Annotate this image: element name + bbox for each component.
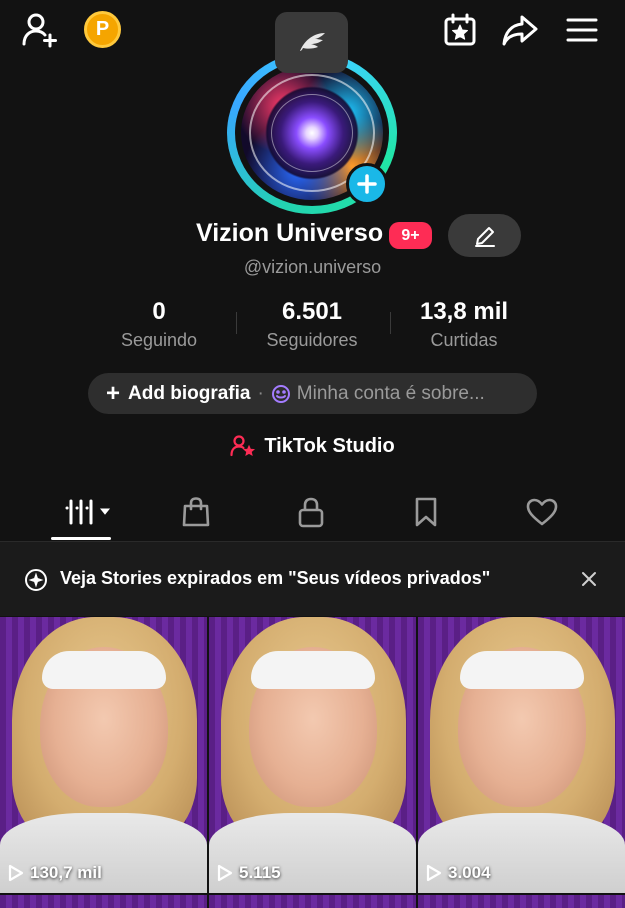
profile-screen: P Vizion Universo 9+ @vizion.universo 0 … <box>0 0 625 908</box>
tab-liked[interactable] <box>512 490 572 534</box>
stat-label: Curtidas <box>430 330 498 350</box>
play-icon <box>217 864 233 882</box>
add-friend-icon[interactable] <box>20 10 60 50</box>
stat-value: 6.501 <box>281 298 343 325</box>
view-count-label: 130,7 mil <box>30 863 102 882</box>
view-count-label: 5.115 <box>239 863 281 882</box>
tab-selected-indicator <box>51 537 111 540</box>
share-icon[interactable] <box>500 10 540 50</box>
close-icon[interactable] <box>576 566 602 592</box>
username: @vizion.universo <box>243 257 382 277</box>
stat-value: 13,8 mil <box>419 298 509 325</box>
banner-text: Veja Stories expirados em "Seus vídeos p… <box>60 568 491 588</box>
pencil-icon <box>474 226 495 247</box>
view-count: 5.115 <box>217 863 281 883</box>
story-sparkle-icon <box>24 568 48 597</box>
view-count-label: 3.004 <box>448 863 491 882</box>
heart-icon <box>526 498 558 526</box>
video-grid: 130,7 mil 5.115 3.004 <box>0 617 625 908</box>
tab-videos[interactable] <box>58 490 118 534</box>
display-name: Vizion Universo <box>196 219 384 247</box>
edit-profile-button[interactable] <box>448 214 521 257</box>
lock-icon <box>298 497 324 528</box>
tab-shop[interactable] <box>166 490 226 534</box>
studio-person-star-icon <box>230 434 256 458</box>
stories-banner[interactable]: Veja Stories expirados em "Seus vídeos p… <box>0 542 625 616</box>
tab-saved[interactable] <box>396 490 456 534</box>
play-icon <box>8 864 24 882</box>
stat-followers[interactable]: 6.501 Seguidores <box>232 298 392 351</box>
stat-label: Seguindo <box>120 330 198 350</box>
view-count: 130,7 mil <box>8 863 102 883</box>
wing-icon[interactable] <box>275 12 348 73</box>
add-bio-label: Add biografia <box>128 382 251 404</box>
view-count: 3.004 <box>426 863 491 883</box>
add-avatar-button[interactable] <box>346 163 388 205</box>
bio-about-placeholder: Minha conta é sobre... <box>296 382 485 404</box>
stat-label: Seguidores <box>266 330 358 350</box>
studio-label: TikTok Studio <box>264 434 395 457</box>
menu-icon[interactable] <box>562 10 602 50</box>
plus-icon: + <box>106 379 121 407</box>
shop-bag-icon <box>182 497 210 527</box>
add-bio-button[interactable]: + Add biografia · Minha conta é sobre... <box>88 373 537 414</box>
separator: · <box>257 382 264 404</box>
coin-label: P <box>95 18 110 40</box>
video-thumbnail[interactable]: 3.004 <box>418 617 625 893</box>
coin-icon[interactable]: P <box>84 11 121 48</box>
smile-icon <box>271 384 291 404</box>
video-thumbnail[interactable] <box>209 895 416 908</box>
calendar-star-icon[interactable] <box>440 10 480 50</box>
stat-value: 0 <box>152 298 166 325</box>
videos-grid-icon <box>65 499 111 525</box>
stat-following[interactable]: 0 Seguindo <box>79 298 239 351</box>
tab-private[interactable] <box>281 490 341 534</box>
video-thumbnail[interactable] <box>418 895 625 908</box>
video-thumbnail[interactable]: 130,7 mil <box>0 617 207 893</box>
tiktok-studio-link[interactable]: TikTok Studio <box>0 434 625 458</box>
plus-icon <box>357 174 377 194</box>
notification-badge[interactable]: 9+ <box>389 222 432 249</box>
video-thumbnail[interactable] <box>0 895 207 908</box>
stat-likes[interactable]: 13,8 mil Curtidas <box>384 298 544 351</box>
bookmark-icon <box>415 497 437 527</box>
play-icon <box>426 864 442 882</box>
video-thumbnail[interactable]: 5.115 <box>209 617 416 893</box>
